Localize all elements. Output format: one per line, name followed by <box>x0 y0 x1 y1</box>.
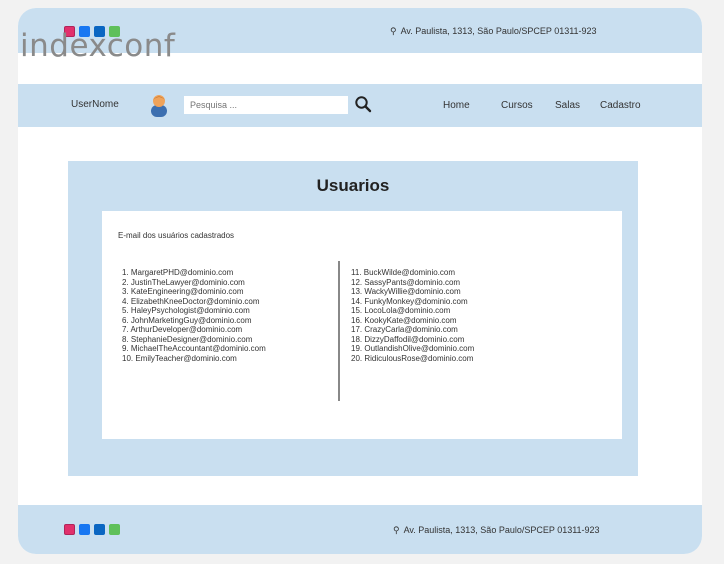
email-list-item: 17. CrazyCarla@dominio.com <box>351 325 458 334</box>
navbar: UserNome Home Cursos Salas Cadastro <box>18 84 702 127</box>
email-list-item: 19. OutlandishOlive@dominio.com <box>351 344 475 353</box>
search-icon[interactable] <box>354 95 372 113</box>
nav-cursos[interactable]: Cursos <box>501 100 533 111</box>
email-list-item: 9. MichaelTheAccountant@dominio.com <box>122 344 266 353</box>
email-list-item: 2. JustinTheLawyer@dominio.com <box>122 277 245 287</box>
email-list-left: 1. MargaretPHD@dominio.com 2. JustinTheLa… <box>122 268 266 363</box>
email-list-item: 16. KookyKate@dominio.com <box>351 315 457 325</box>
search-input[interactable] <box>184 96 348 114</box>
email-list-item: 10. EmilyTeacher@dominio.com <box>122 353 237 363</box>
email-list-item: 7. ArthurDeveloper@dominio.com <box>122 325 243 334</box>
user-avatar-icon[interactable] <box>148 93 170 117</box>
linkedin-icon[interactable] <box>94 524 105 535</box>
nav-cadastro[interactable]: Cadastro <box>600 100 641 111</box>
users-subtitle: E-mail dos usuários cadastrados <box>118 231 235 240</box>
header-address-text: Av. Paulista, 1313, São Paulo/SPCEP 0131… <box>400 26 597 36</box>
email-list-item: 3. KateEngineering@dominio.com <box>122 287 244 296</box>
footer-address: ⚲ Av. Paulista, 1313, São Paulo/SPCEP 013… <box>393 525 600 536</box>
map-pin-icon: ⚲ <box>390 26 397 36</box>
users-panel: Usuarios E-mail dos usuários cadastrados… <box>68 161 638 476</box>
column-divider <box>338 261 340 401</box>
username-label[interactable]: UserNome <box>71 99 119 110</box>
email-list-item: 13. WackyWillie@dominio.com <box>351 287 461 296</box>
email-list-item: 15. LocoLola@dominio.com <box>351 306 451 315</box>
email-list-item: 14. FunkyMonkey@dominio.com <box>351 296 468 306</box>
email-list-item: 5. HaleyPsychologist@dominio.com <box>122 306 250 315</box>
email-list-item: 4. ElizabethKneeDoctor@dominio.com <box>122 296 260 306</box>
footer-address-text: Av. Paulista, 1313, São Paulo/SPCEP 0131… <box>403 525 600 535</box>
email-list-item: 1. MargaretPHD@dominio.com <box>122 268 234 277</box>
facebook-icon[interactable] <box>79 524 90 535</box>
map-pin-icon: ⚲ <box>393 525 400 535</box>
site-logo[interactable]: indexconf <box>20 28 175 64</box>
email-list-right: 11. BuckWilde@dominio.com 12. SassyPants@… <box>351 268 474 363</box>
instagram-icon[interactable] <box>64 524 75 535</box>
page: ⚲ Av. Paulista, 1313, São Paulo/SPCEP 013… <box>18 8 702 554</box>
email-list-item: 12. SassyPants@dominio.com <box>351 277 461 287</box>
users-card: E-mail dos usuários cadastrados 1. Marga… <box>102 211 622 439</box>
footer: ⚲ Av. Paulista, 1313, São Paulo/SPCEP 013… <box>18 505 702 554</box>
whatsapp-icon[interactable] <box>109 524 120 535</box>
nav-salas[interactable]: Salas <box>555 100 580 111</box>
email-list-item: 20. RidiculousRose@dominio.com <box>351 353 474 363</box>
email-list-item: 18. DizzyDaffodil@dominio.com <box>351 334 465 344</box>
email-list-item: 11. BuckWilde@dominio.com <box>351 268 456 277</box>
page-title: Usuarios <box>316 176 390 195</box>
email-list-item: 8. StephanieDesigner@dominio.com <box>122 334 253 344</box>
header-address: ⚲ Av. Paulista, 1313, São Paulo/SPCEP 013… <box>390 26 597 37</box>
email-list-item: 6. JohnMarketingGuy@dominio.com <box>122 315 252 325</box>
nav-home[interactable]: Home <box>443 100 470 111</box>
footer-social-links <box>64 524 120 535</box>
